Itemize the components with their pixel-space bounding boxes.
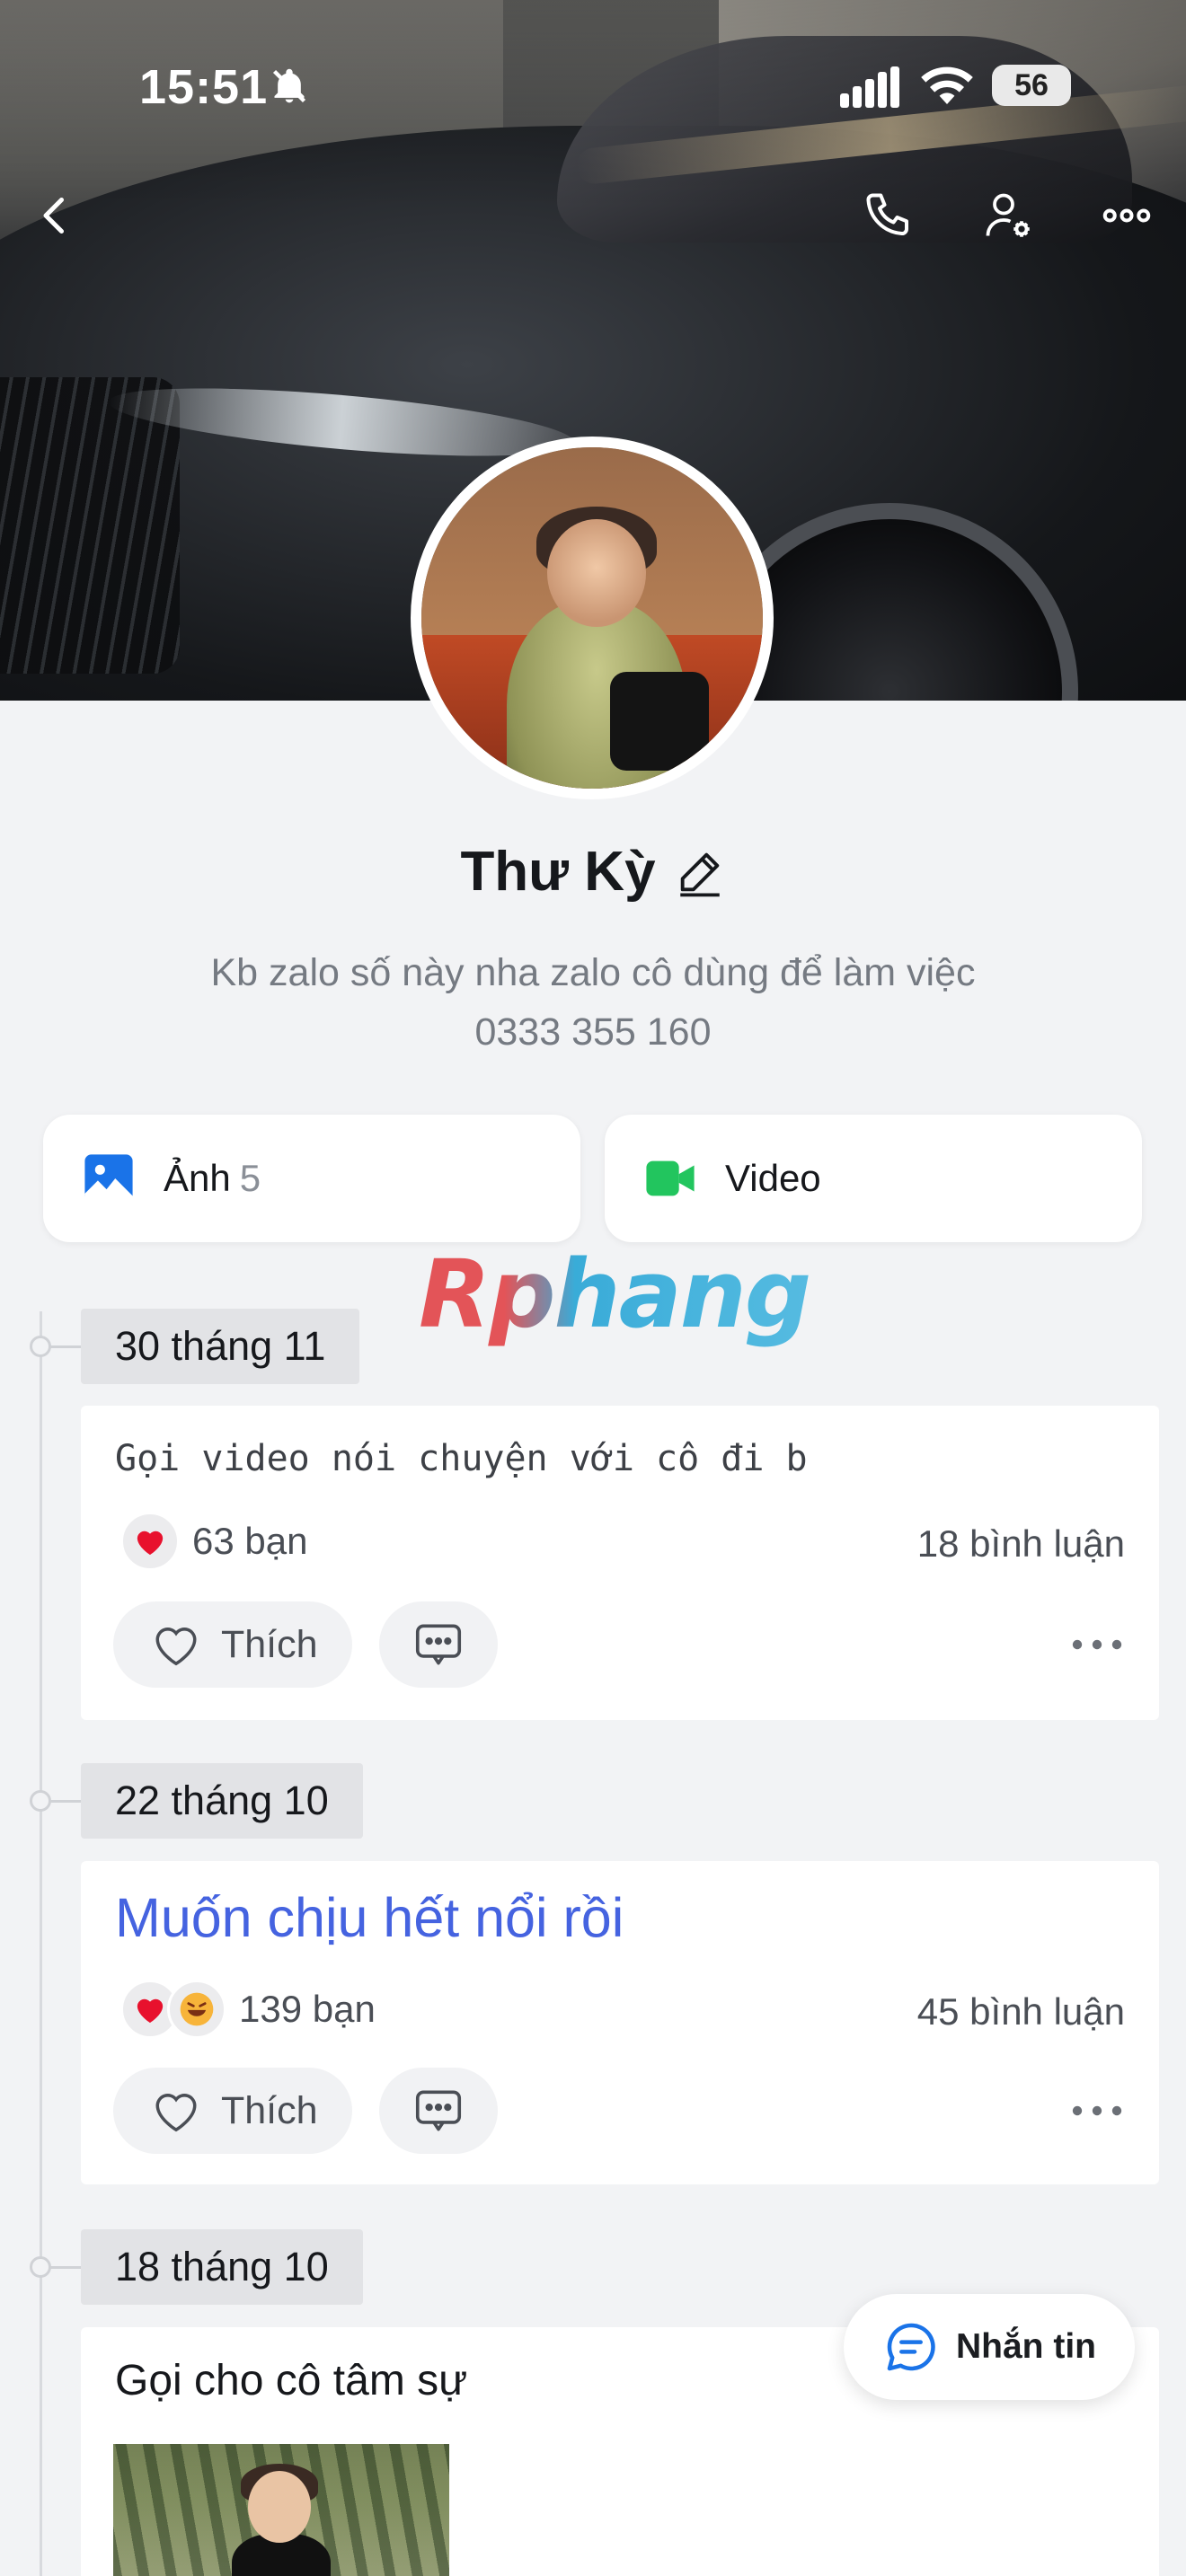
profile-avatar[interactable] [411, 437, 774, 799]
post-photo[interactable] [113, 2444, 449, 2576]
avatar-person-head [547, 519, 646, 627]
more-horizontal-icon [1102, 208, 1151, 223]
call-button[interactable] [857, 184, 920, 247]
timeline-line [40, 1311, 42, 2576]
like-label: Thích [221, 1622, 318, 1666]
chat-bubble-icon [887, 2323, 935, 2371]
phone-icon [866, 193, 909, 235]
send-message-label: Nhắn tin [956, 2327, 1096, 2366]
comment-button[interactable] [379, 1601, 498, 1688]
profile-name: Thư Kỳ [460, 841, 656, 903]
status-bar: 15:51 56 [0, 0, 1186, 171]
laugh-reaction-icon [167, 1980, 226, 2039]
date-chip: 30 tháng 11 [81, 1309, 360, 1384]
user-gear-icon [986, 193, 1030, 237]
chevron-left-icon [43, 198, 64, 234]
comment-count[interactable]: 45 bình luận [917, 1990, 1125, 2033]
profile-name-row: Thư Kỳ [0, 840, 1186, 904]
heart-reaction-icon [120, 1512, 180, 1571]
bio-line: Kb zalo số này nha zalo cô dùng để làm v… [210, 951, 976, 994]
timeline-tick [50, 1345, 81, 1348]
photos-count: 5 [239, 1157, 261, 1199]
reaction-count: 63 bạn [192, 1520, 308, 1562]
like-button[interactable]: Thích [113, 2068, 352, 2154]
back-button[interactable] [23, 184, 86, 247]
timeline-tick [50, 1800, 81, 1803]
video-camera-icon [646, 1160, 695, 1196]
timeline-dot [30, 2256, 51, 2278]
videos-label: Video [725, 1157, 821, 1199]
like-button[interactable]: Thích [113, 1601, 352, 1688]
timeline-tick [50, 2266, 81, 2269]
bell-muted-icon [272, 68, 306, 103]
post-card[interactable]: Muốn chịu hết nổi rồi 139 bạn 45 bình lu… [81, 1861, 1159, 2184]
post-text: Gọi video nói chuyện với cô đi b [115, 1438, 808, 1479]
videos-card[interactable]: Video [605, 1115, 1142, 1242]
cellular-signal-icon [840, 66, 899, 108]
wifi-icon [921, 66, 973, 104]
photos-label: Ảnh [164, 1157, 231, 1199]
status-time: 15:51 [139, 60, 269, 114]
avatar-handbag [610, 672, 709, 771]
timeline-dot [30, 1790, 51, 1812]
send-message-button[interactable]: Nhắn tin [844, 2294, 1135, 2400]
more-dots-icon [1072, 1639, 1122, 1650]
bio-phone: 0333 355 160 [474, 1010, 712, 1054]
profile-settings-button[interactable] [977, 184, 1040, 247]
heart-outline-icon [155, 1628, 197, 1666]
timeline-dot [30, 1336, 51, 1357]
comment-button[interactable] [379, 2068, 498, 2154]
comment-bubble-icon [415, 1624, 462, 1665]
post-more-button[interactable] [1066, 1627, 1128, 1663]
comment-bubble-icon [415, 2090, 462, 2131]
more-options-button[interactable] [1095, 184, 1158, 247]
reactions-summary[interactable]: 63 bạn [120, 1512, 307, 1571]
more-dots-icon [1072, 2105, 1122, 2116]
like-label: Thích [221, 2088, 318, 2132]
heart-outline-icon [155, 2094, 197, 2132]
profile-bio: Kb zalo số này nha zalo cô dùng để làm v… [0, 943, 1186, 1062]
photos-card[interactable]: Ảnh 5 [43, 1115, 580, 1242]
date-chip: 18 tháng 10 [81, 2229, 363, 2305]
date-chip: 22 tháng 10 [81, 1763, 363, 1839]
post-more-button[interactable] [1066, 2093, 1128, 2129]
edit-pencil-icon[interactable] [674, 846, 726, 898]
post-card[interactable]: Gọi video nói chuyện với cô đi b 63 bạn … [81, 1406, 1159, 1720]
reactions-summary[interactable]: 139 bạn [120, 1980, 376, 2039]
photo-person-head [248, 2471, 311, 2543]
battery-indicator: 56 [992, 65, 1071, 106]
watermark-logo: Rphang [419, 1239, 811, 1349]
reaction-count: 139 bạn [239, 1988, 376, 2030]
post-text: Gọi cho cô tâm sự [115, 2357, 468, 2404]
post-text: Muốn chịu hết nổi rồi [115, 1887, 624, 1948]
photo-gallery-icon [84, 1154, 133, 1204]
comment-count[interactable]: 18 bình luận [917, 1522, 1125, 1566]
